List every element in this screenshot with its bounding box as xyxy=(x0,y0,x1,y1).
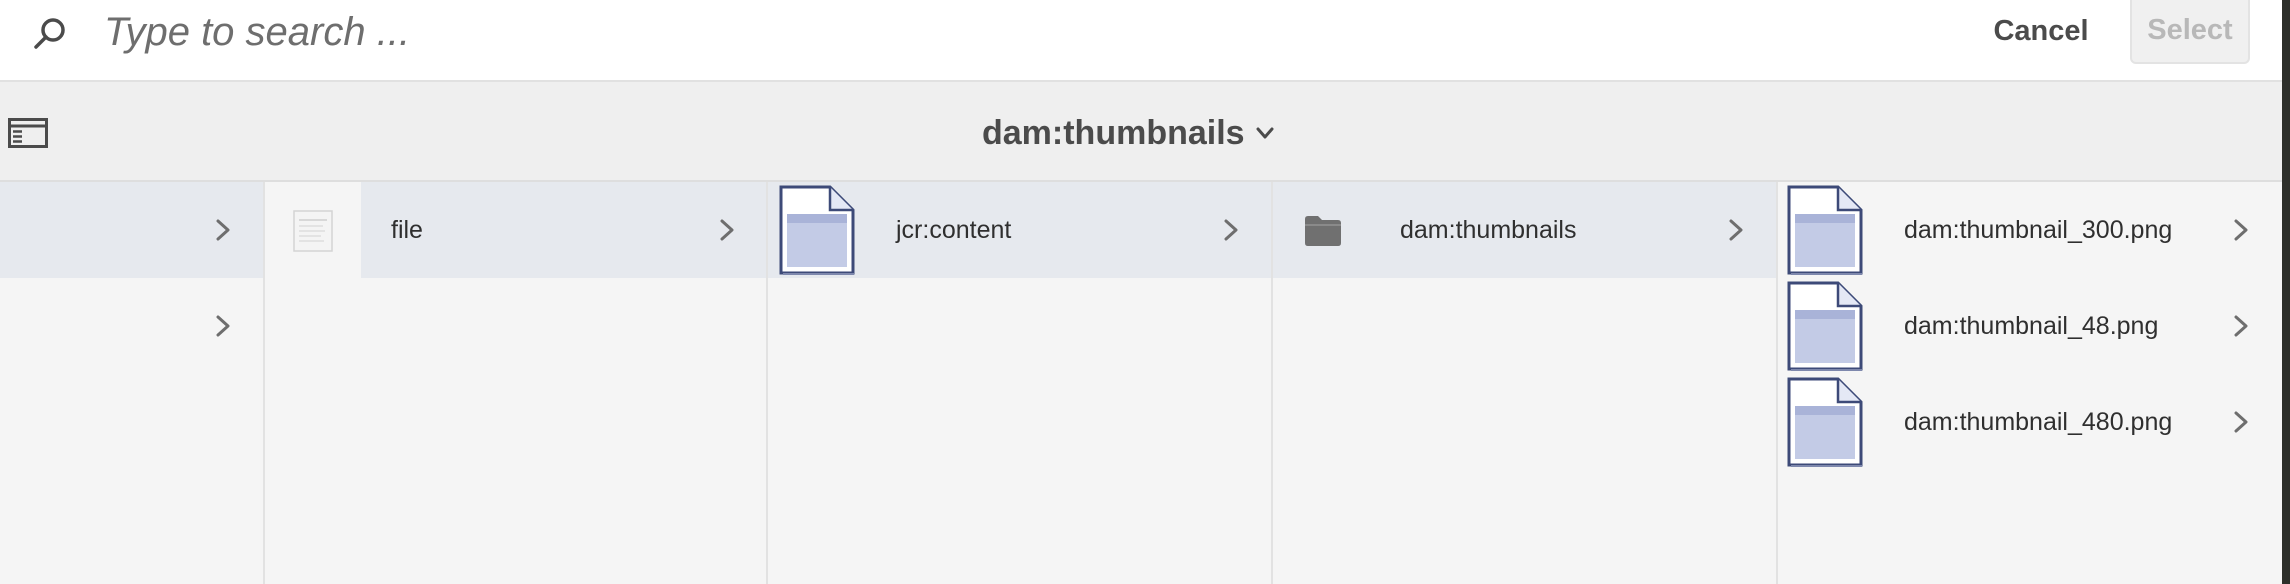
column-3: jcr:content xyxy=(768,182,1273,584)
select-button[interactable]: Select xyxy=(2130,0,2250,64)
column-view-header: dam:thumbnails xyxy=(0,82,2290,182)
search-bar: Cancel Select xyxy=(0,0,2290,82)
chevron-right-icon xyxy=(1224,219,1238,241)
list-item[interactable]: jcr:content xyxy=(768,182,1271,278)
window-edge xyxy=(2282,0,2290,584)
folder-icon xyxy=(1305,216,1341,246)
document-icon xyxy=(1787,281,1863,371)
column-4: dam:thumbnails xyxy=(1273,182,1778,584)
chevron-right-icon xyxy=(1729,219,1743,241)
search-icon xyxy=(34,18,65,49)
column-2: file xyxy=(265,182,768,584)
list-item[interactable]: dam:thumbnail_300.png xyxy=(1778,182,2282,278)
chevron-down-icon[interactable] xyxy=(1254,122,1276,144)
list-item[interactable]: dam:thumbnails xyxy=(1273,182,1776,278)
column-5: dam:thumbnail_300.png dam:thumbnail_48.p… xyxy=(1778,182,2282,584)
chevron-right-icon xyxy=(216,219,230,241)
page-title[interactable]: dam:thumbnails xyxy=(982,110,1245,156)
chevron-right-icon xyxy=(2234,411,2248,433)
list-item-label: dam:thumbnail_300.png xyxy=(1904,216,2173,244)
list-item-label: jcr:content xyxy=(896,216,1012,244)
cancel-button[interactable]: Cancel xyxy=(1976,8,2106,54)
list-item[interactable] xyxy=(0,182,263,278)
list-item[interactable]: file xyxy=(265,182,766,278)
column-1 xyxy=(0,182,265,584)
search-input[interactable] xyxy=(104,8,1804,56)
rail-toggle-icon[interactable] xyxy=(8,118,48,148)
list-item-label: dam:thumbnail_48.png xyxy=(1904,312,2159,340)
list-item-label: dam:thumbnail_480.png xyxy=(1904,408,2173,436)
file-thumbnail-icon xyxy=(265,182,361,278)
document-icon xyxy=(1787,377,1863,467)
chevron-right-icon xyxy=(2234,219,2248,241)
list-item-label: file xyxy=(391,216,423,244)
chevron-right-icon xyxy=(2234,315,2248,337)
list-item[interactable]: dam:thumbnail_480.png xyxy=(1778,374,2282,470)
list-item-label: dam:thumbnails xyxy=(1400,216,1577,244)
column-view: file jcr:content dam:thumbnails dam:thum… xyxy=(0,182,2290,584)
chevron-right-icon xyxy=(216,315,230,337)
document-icon xyxy=(779,185,855,275)
list-item[interactable] xyxy=(0,278,263,374)
chevron-right-icon xyxy=(720,219,734,241)
document-icon xyxy=(1787,185,1863,275)
list-item[interactable]: dam:thumbnail_48.png xyxy=(1778,278,2282,374)
